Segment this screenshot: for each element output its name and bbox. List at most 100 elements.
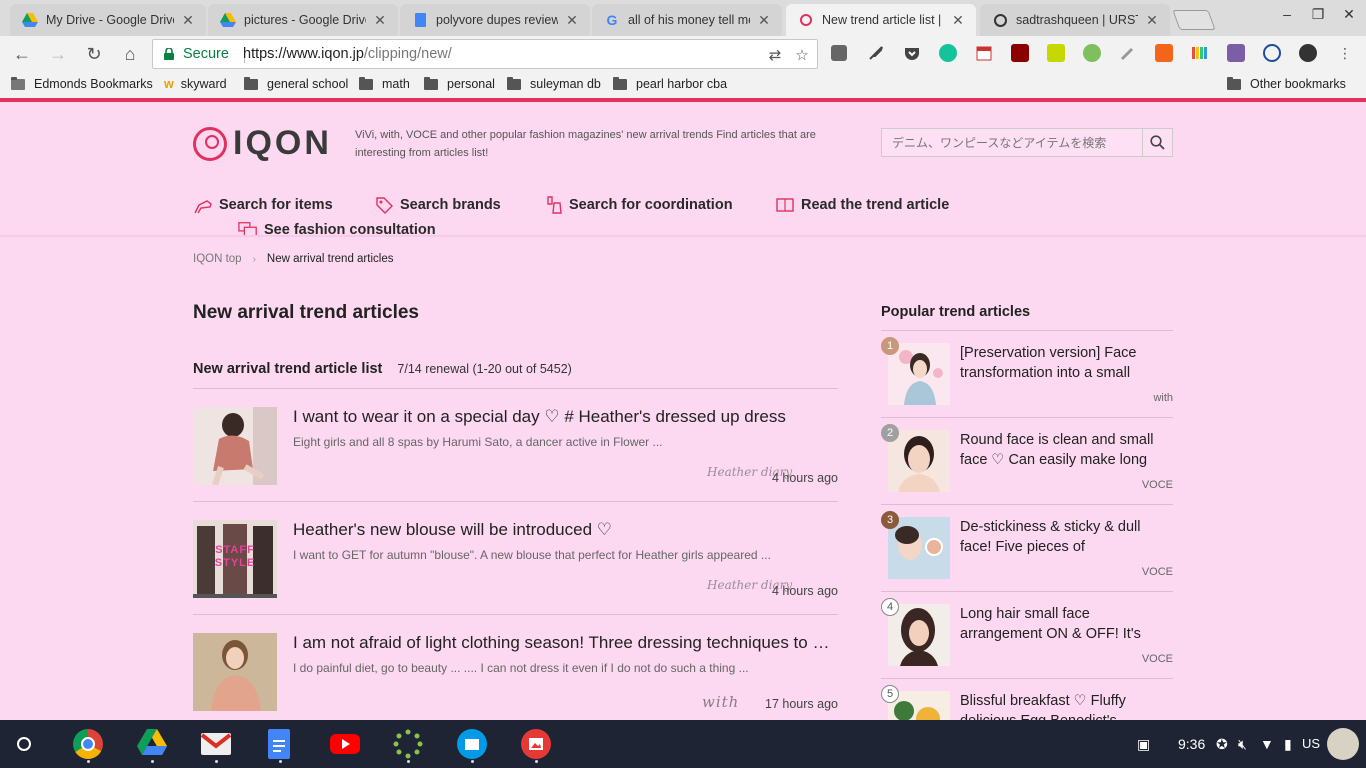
extension-screenshot-icon[interactable] [831,45,847,61]
bookmark-suleyman-db[interactable]: suleyman db [507,76,601,91]
close-window-icon[interactable]: ✕ [1334,6,1364,23]
nav-label: Read the trend article [801,197,950,213]
popular-item[interactable]: 1 [Preservation version] Face transforma… [881,330,1173,417]
back-arrow-icon[interactable]: ← [10,43,34,65]
nav-search-items[interactable]: Search for items [193,195,333,215]
close-tab-icon[interactable]: ✕ [372,12,388,29]
article-item[interactable]: I am not afraid of light clothing season… [193,615,838,720]
article-title[interactable]: Heather's new blouse will be introduced … [293,520,838,540]
popular-item[interactable]: 4 Long hair small face arrangement ON & … [881,591,1173,678]
clock[interactable]: 9:36 [1178,736,1205,752]
maximize-icon[interactable]: ❐ [1303,6,1333,23]
nav-search-coordination[interactable]: Search for coordination [543,195,733,215]
popular-item[interactable]: 2 Round face is clean and small face ♡ C… [881,417,1173,504]
files-icon[interactable] [457,729,487,759]
launcher-icon[interactable] [17,737,31,751]
pdf-icon[interactable] [1227,44,1245,62]
new-tab-button[interactable] [1172,10,1216,30]
reload-icon[interactable]: ↻ [82,43,106,65]
locale-indicator[interactable]: US [1302,736,1320,751]
extension-blob-icon[interactable] [1083,44,1101,62]
close-tab-icon[interactable]: ✕ [756,12,772,29]
popular-item[interactable]: 3 De-stickiness & sticky & dull face! Fi… [881,504,1173,591]
battery-icon[interactable]: ▮ [1284,736,1292,753]
chrome-icon[interactable] [73,729,103,759]
popular-item-title[interactable]: Long hair small face arrangement ON & OF… [960,604,1160,644]
pocket-icon[interactable] [903,44,921,62]
popular-thumbnail[interactable] [888,517,950,579]
search-button[interactable] [1142,129,1172,156]
bookmark-other[interactable]: Other bookmarks [1227,76,1346,91]
article-title[interactable]: I want to wear it on a special day ♡ # H… [293,407,838,427]
popular-thumbnail[interactable] [888,343,950,405]
bookmark-general-school[interactable]: general school [244,76,348,91]
tab-pictures[interactable]: pictures - Google Drive ✕ [208,4,398,36]
calendar-ext-icon[interactable] [975,44,993,62]
bookmark-pearl-harbor[interactable]: pearl harbor cba [613,76,727,91]
extension-n-icon[interactable] [1047,44,1065,62]
article-thumbnail[interactable] [193,633,277,711]
tab-my-drive[interactable]: My Drive - Google Drive ✕ [10,4,206,36]
breadcrumb-home-link[interactable]: IQON top [193,253,242,265]
popular-thumbnail[interactable] [888,430,950,492]
popular-item[interactable]: 5 Blissful breakfast ♡ Fluffy delicious … [881,678,1173,720]
grammarly-icon[interactable] [939,44,957,62]
address-bar[interactable]: Secure https://www.iqon.jp/clipping/new/… [152,39,818,69]
mute-icon[interactable]: 🔇︎ [1238,736,1247,753]
article-title[interactable]: I am not afraid of light clothing season… [293,633,838,653]
color-bars-icon[interactable] [1191,44,1209,62]
nav-fashion-consultation[interactable]: See fashion consultation [238,220,436,240]
settings-icon[interactable]: ✪ [1216,736,1228,753]
screenshot-tray-icon[interactable]: ▣ [1137,736,1150,753]
minimize-icon[interactable]: – [1272,6,1302,22]
popular-item-title[interactable]: Blissful breakfast ♡ Fluffy delicious Eg… [960,691,1160,720]
search-input[interactable] [882,129,1142,156]
menu-kebab-icon[interactable]: ⋮ [1338,44,1352,62]
article-thumbnail[interactable] [193,407,277,485]
close-tab-icon[interactable]: ✕ [950,12,966,29]
tab-polyvore[interactable]: polyvore dupes review - G ✕ [400,4,590,36]
popular-item-title[interactable]: De-stickiness & sticky & dull face! Five… [960,517,1160,557]
bookmark-skyward[interactable]: w skyward [164,77,227,91]
iqon-logo[interactable]: IQON [193,124,332,163]
tab-money[interactable]: G all of his money tell me t ✕ [592,4,782,36]
home-icon[interactable]: ⌂ [118,43,142,65]
avatar[interactable] [1327,728,1359,760]
translate-icon[interactable]: ⇄ [766,46,784,64]
bookmark-edmonds[interactable]: Edmonds Bookmarks [11,76,153,91]
google-icon: G [606,12,618,28]
close-tab-icon[interactable]: ✕ [564,12,580,29]
chevron-right-icon: › [252,253,256,265]
photos-icon[interactable] [521,729,551,759]
article-item[interactable]: I want to wear it on a special day ♡ # H… [193,389,838,499]
google-drive-icon[interactable] [137,729,167,759]
close-tab-icon[interactable]: ✕ [180,12,196,29]
pen-icon[interactable] [1119,44,1137,62]
tab-iqon-active[interactable]: New trend article list | IQ ✕ [786,4,976,36]
bookmark-math[interactable]: math [359,76,410,91]
article-item[interactable]: STAFF STYLE Heather's new blouse will be… [193,502,838,612]
bookmark-personal[interactable]: personal [424,76,495,91]
youtube-icon[interactable] [330,734,360,754]
ublock-icon[interactable] [1011,44,1029,62]
popular-thumbnail[interactable] [888,604,950,666]
extension-avatar-icon[interactable] [1299,44,1317,62]
extension-rocket-icon[interactable] [867,44,885,62]
star-bookmark-icon[interactable]: ☆ [793,46,811,64]
popular-item-title[interactable]: [Preservation version] Face transformati… [960,343,1160,383]
play-circle-icon[interactable] [1263,44,1281,62]
close-tab-icon[interactable]: ✕ [1144,12,1160,29]
extension-orange-icon[interactable] [1155,44,1173,62]
wifi-icon[interactable]: ▼ [1260,736,1274,752]
nav-search-brands[interactable]: Search brands [374,195,501,215]
gmail-icon[interactable] [200,733,232,755]
magazine-icon [776,198,794,212]
iqon-page: IQON ViVi, with, VOCE and other popular … [0,102,1366,720]
article-thumbnail[interactable]: STAFF STYLE [193,520,277,598]
tab-urstyle[interactable]: sadtrashqueen | URSTYL ✕ [980,4,1170,36]
popular-item-title[interactable]: Round face is clean and small face ♡ Can… [960,430,1160,470]
nav-trend-article[interactable]: Read the trend article [775,195,949,215]
loading-icon[interactable] [393,729,423,759]
forward-arrow-icon[interactable]: → [46,43,70,65]
google-docs-icon[interactable] [268,729,290,759]
